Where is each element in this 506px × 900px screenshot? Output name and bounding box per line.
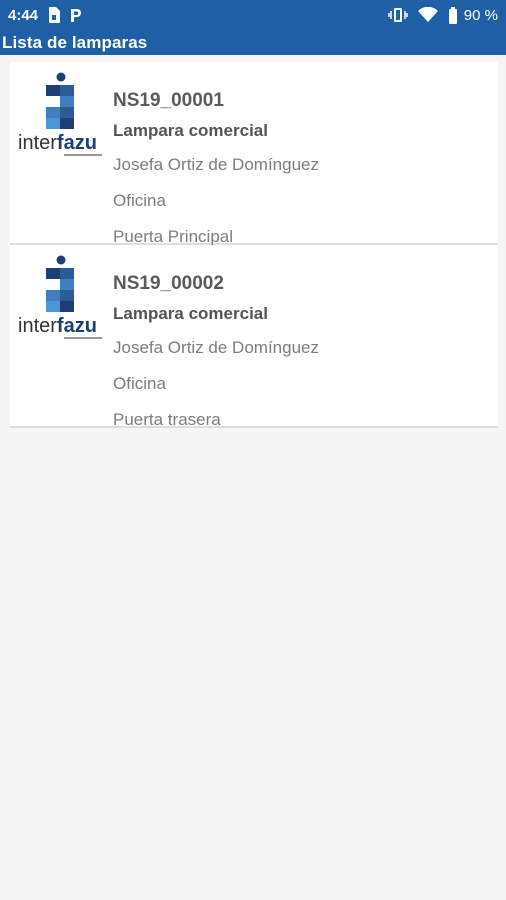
lamp-model: Lampara comercial <box>113 121 268 140</box>
lamp-owner: Josefa Ortiz de Domínguez <box>113 155 319 174</box>
lamp-area: Oficina <box>113 191 166 210</box>
interfazu-logo: interfazu <box>18 255 102 339</box>
battery-icon <box>448 6 458 24</box>
lamp-list: interfazu NS19_00001 Lampara comercial J… <box>10 62 498 429</box>
wifi-icon <box>417 7 438 23</box>
lamp-info: NS19_00001 Lampara comercial Josefa Orti… <box>113 88 319 255</box>
status-time: 4:44 <box>8 6 39 24</box>
status-right: 90 % <box>378 6 498 24</box>
lamp-location: Puerta trasera <box>113 410 221 429</box>
lamp-serial: NS19_00001 <box>113 90 224 111</box>
logo-wordmark: interfazu <box>18 132 97 154</box>
logo-wordmark: interfazu <box>18 315 97 337</box>
interfazu-logo: interfazu <box>18 72 102 156</box>
status-bar: 4:44 90 % <box>0 0 506 30</box>
lamp-area: Oficina <box>113 374 166 393</box>
parking-icon <box>70 8 82 23</box>
battery-percent: 90 % <box>463 6 498 24</box>
page-title: Lista de lamparas <box>2 32 148 52</box>
lamp-list-item[interactable]: interfazu NS19_00001 Lampara comercial J… <box>10 62 498 246</box>
status-left: 4:44 <box>8 7 82 24</box>
lamp-serial: NS19_00002 <box>113 273 224 294</box>
lamp-owner: Josefa Ortiz de Domínguez <box>113 338 319 357</box>
lamp-info: NS19_00002 Lampara comercial Josefa Orti… <box>113 271 319 438</box>
vibrate-icon <box>388 7 408 23</box>
sim-card-icon <box>48 7 61 23</box>
app-bar: Lista de lamparas <box>0 30 506 55</box>
lamp-list-item[interactable]: interfazu NS19_00002 Lampara comercial J… <box>10 245 498 429</box>
lamp-model: Lampara comercial <box>113 304 268 323</box>
